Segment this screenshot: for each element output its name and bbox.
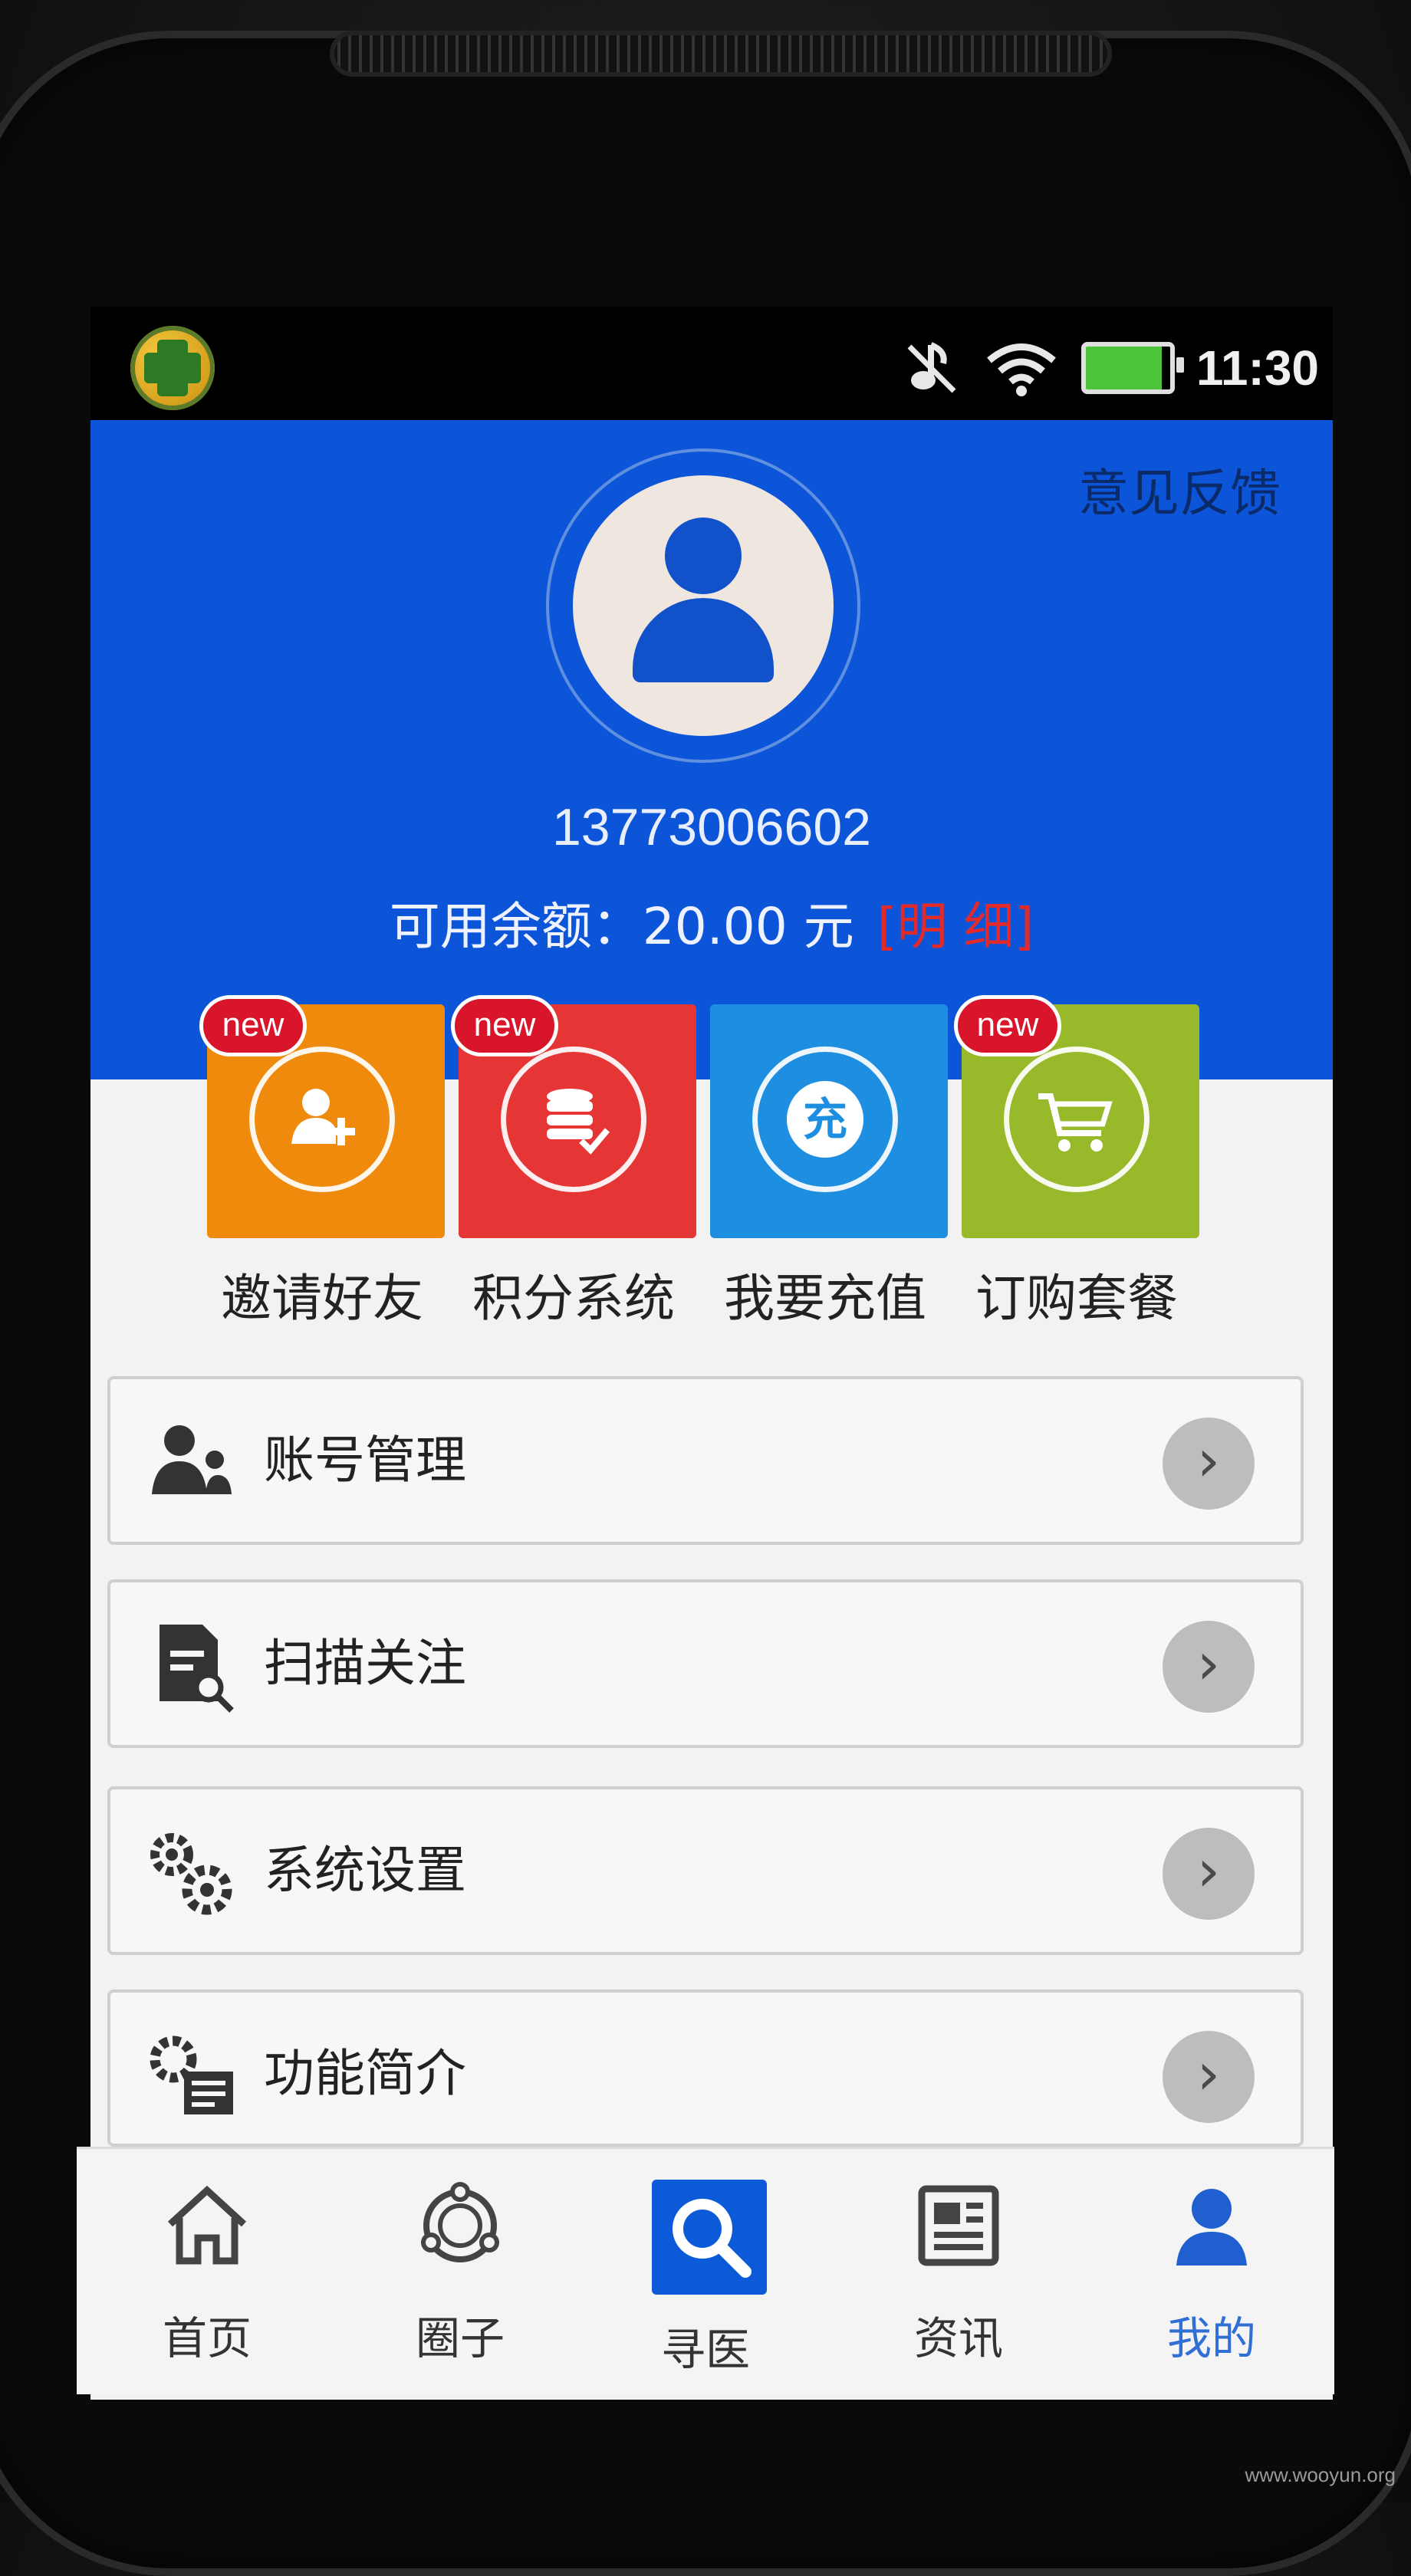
menu-scan-follow[interactable]: 扫描关注 › (107, 1579, 1304, 1748)
tab-label: 圈子 (415, 2312, 505, 2364)
tab-news[interactable]: 资讯 (836, 2149, 1081, 2394)
chevron-right-icon: › (1163, 2031, 1255, 2123)
avatar-head-shape (665, 518, 742, 594)
bottom-navigation: 首页 圈子 寻医 资讯 我的 (77, 2147, 1334, 2394)
balance-row: 可用余额：20.00 元 [明 细] (90, 886, 1333, 959)
avatar[interactable] (573, 475, 834, 736)
shopping-cart-icon (1004, 1046, 1150, 1192)
circle-community-icon (421, 2182, 499, 2262)
tile-order-package[interactable]: new (954, 995, 1199, 1238)
mute-icon (907, 342, 956, 393)
user-phone-number: 13773006602 (551, 798, 871, 856)
tab-find-doctor[interactable]: 寻医 (583, 2149, 828, 2394)
tile-points-system[interactable]: new (451, 995, 696, 1238)
menu-label: 扫描关注 (264, 1634, 466, 1693)
tab-label: 资讯 (913, 2312, 1003, 2364)
feedback-link[interactable]: 意见反馈 (1078, 452, 1281, 526)
points-coins-icon (501, 1046, 646, 1192)
menu-label: 系统设置 (264, 1841, 466, 1900)
feature-tiles: new new 充 new (199, 995, 1219, 1238)
new-badge: new (954, 995, 1061, 1056)
earpiece-speaker (330, 31, 1112, 77)
invite-friend-icon (249, 1046, 395, 1192)
tab-label: 首页 (162, 2312, 252, 2364)
tab-circle[interactable]: 圈子 (337, 2149, 583, 2394)
balance-detail-link[interactable]: [明 细] (877, 897, 1034, 956)
tab-mine[interactable]: 我的 (1089, 2149, 1334, 2394)
menu-account-management[interactable]: 账号管理 › (107, 1376, 1304, 1545)
tab-label: 我的 (1166, 2312, 1256, 2364)
menu-label: 功能简介 (264, 2044, 466, 2103)
new-badge: new (451, 995, 558, 1056)
tile-label-order: 订购套餐 (975, 1269, 1178, 1328)
battery-icon (1080, 342, 1184, 394)
menu-feature-intro[interactable]: 功能简介 › (107, 1990, 1304, 2147)
tile-label-invite: 邀请好友 (221, 1269, 423, 1328)
recharge-glyph: 充 (787, 1081, 863, 1158)
home-icon (167, 2185, 247, 2265)
search-icon (652, 2180, 767, 2295)
recharge-icon: 充 (752, 1046, 898, 1192)
status-clock: 11:30 (1196, 340, 1319, 396)
scan-document-icon (160, 1625, 234, 1713)
chevron-right-icon: › (1163, 1621, 1255, 1713)
tab-label: 寻医 (660, 2324, 750, 2376)
tile-label-recharge: 我要充值 (724, 1269, 926, 1328)
menu-system-settings[interactable]: 系统设置 › (107, 1786, 1304, 1955)
news-icon (918, 2185, 999, 2266)
wifi-icon (986, 343, 1056, 396)
tile-recharge[interactable]: 充 (710, 1004, 948, 1238)
app-shield-icon (130, 326, 215, 410)
menu-label: 账号管理 (264, 1431, 466, 1490)
feature-intro-icon (150, 2036, 233, 2114)
tile-labels: 邀请好友 积分系统 我要充值 订购套餐 (192, 1257, 1250, 1334)
account-users-icon (152, 1425, 232, 1494)
settings-gears-icon (150, 1833, 232, 1915)
profile-icon (1176, 2189, 1247, 2266)
status-right-icons: 11:30 (900, 326, 1319, 410)
avatar-body-shape (633, 598, 774, 682)
new-badge: new (199, 995, 307, 1056)
tile-invite-friends[interactable]: new (199, 995, 445, 1238)
tab-home[interactable]: 首页 (84, 2149, 330, 2394)
balance-text: 可用余额：20.00 元 (389, 897, 854, 956)
watermark-text: www.wooyun.org (1245, 2463, 1396, 2486)
chevron-right-icon: › (1163, 1418, 1255, 1510)
tile-label-points: 积分系统 (472, 1269, 675, 1328)
chevron-right-icon: › (1163, 1828, 1255, 1920)
